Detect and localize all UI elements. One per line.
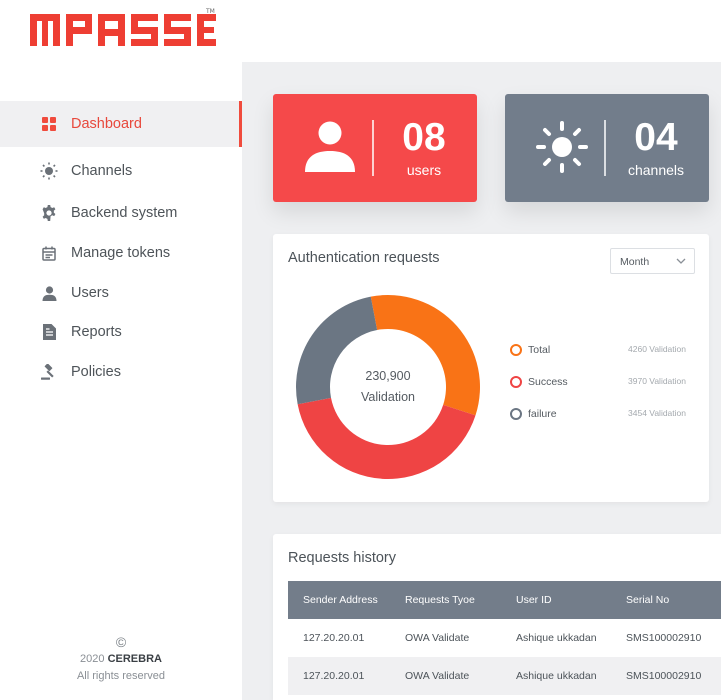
sidebar-item-label: Reports xyxy=(71,324,122,340)
requests-history-panel: Requests history Sender Address Requests… xyxy=(273,534,721,700)
legend-dot-icon xyxy=(510,344,522,356)
table-cell: Ashique ukkadan xyxy=(516,632,597,644)
donut-center-label: Validation xyxy=(361,390,415,404)
copyright-line: 2020 CEREBRA xyxy=(0,651,242,668)
column-header-user-id[interactable]: User ID xyxy=(516,581,552,619)
user-icon xyxy=(305,121,355,172)
copyright-year: 2020 xyxy=(80,653,105,665)
mpass-logo[interactable]: TM xyxy=(30,8,216,48)
legend-dot-icon xyxy=(510,376,522,388)
svg-text:TM: TM xyxy=(205,8,215,15)
rights-text: All rights reserved xyxy=(76,670,166,682)
sidebar-item-channels[interactable]: Channels xyxy=(0,151,242,191)
legend-value: 4260 Validation xyxy=(628,344,686,354)
sidebar-item-label: Backend system xyxy=(71,205,178,221)
user-icon xyxy=(40,284,58,302)
table-row[interactable]: 127.20.20.01 OWA Validate Ashique ukkada… xyxy=(288,657,721,695)
table-cell: 127.20.20.01 xyxy=(303,670,365,682)
stat-divider xyxy=(604,120,606,176)
period-select[interactable]: Month xyxy=(610,248,695,274)
legend-item-success: Success 3970 Validation xyxy=(510,374,686,390)
panel-title: Authentication requests xyxy=(288,250,440,266)
legend-label: Success xyxy=(528,376,568,388)
users-count: 08 xyxy=(402,116,446,159)
sidebar-item-label: Users xyxy=(71,285,109,301)
authentication-requests-panel: Authentication requests Month 230,900 Va… xyxy=(273,234,709,502)
dashboard-grid-icon xyxy=(40,115,58,133)
table-cell: SMS100002910 xyxy=(626,670,702,682)
table-cell: 127.20.20.01 xyxy=(303,632,365,644)
sidebar-item-backend-system[interactable]: Backend system xyxy=(0,193,242,233)
users-label: users xyxy=(406,162,442,178)
donut-center-value: 230,900 xyxy=(365,369,411,383)
legend-dot-icon xyxy=(510,408,522,420)
company-name: CEREBRA xyxy=(107,653,162,665)
top-bar: TM xyxy=(0,0,721,62)
channels-label: channels xyxy=(627,162,685,178)
sidebar-item-label: Manage tokens xyxy=(71,245,171,261)
column-header-serial-no[interactable]: Serial No xyxy=(626,581,669,619)
sidebar-item-dashboard[interactable]: Dashboard xyxy=(0,101,242,147)
table-cell: SMS100002910 xyxy=(626,632,702,644)
sidebar-item-label: Policies xyxy=(71,364,121,380)
users-stat-card[interactable]: 08 users xyxy=(273,94,477,202)
document-icon xyxy=(40,323,58,341)
sidebar-item-label: Dashboard xyxy=(71,116,142,132)
chevron-down-icon xyxy=(676,258,686,264)
sidebar-item-label: Channels xyxy=(71,163,133,179)
sun-icon xyxy=(40,162,58,180)
legend-item-failure: failure 3454 Validation xyxy=(510,406,686,422)
gavel-icon xyxy=(40,363,58,381)
legend-label: Total xyxy=(528,344,551,356)
legend-label: failure xyxy=(528,408,557,420)
gear-icon xyxy=(40,204,58,222)
sidebar: Dashboard Channels Backend system Manage… xyxy=(0,62,242,700)
stat-divider xyxy=(372,120,374,176)
table-cell: OWA Validate xyxy=(405,632,470,644)
calendar-icon xyxy=(40,244,58,262)
column-header-sender-address[interactable]: Sender Address xyxy=(303,581,378,619)
channels-stat-card[interactable]: 04 channels xyxy=(505,94,709,202)
panel-title: Requests history xyxy=(288,550,396,566)
sun-icon xyxy=(536,121,588,173)
table-header: Sender Address Requests Tyoe User ID Ser… xyxy=(288,581,721,619)
donut-center: 230,900 Validation xyxy=(295,294,481,480)
table-row[interactable]: 127.20.20.01 OWA Validate Ashique ukkada… xyxy=(288,619,721,657)
table-cell: OWA Validate xyxy=(405,670,470,682)
sidebar-footer: © 2020 CEREBRA All rights reserved xyxy=(0,634,242,685)
sidebar-item-users[interactable]: Users xyxy=(0,273,242,313)
sidebar-item-reports[interactable]: Reports xyxy=(0,312,242,352)
sidebar-item-manage-tokens[interactable]: Manage tokens xyxy=(0,233,242,273)
legend-item-total: Total 4260 Validation xyxy=(510,342,686,358)
period-select-value: Month xyxy=(620,256,650,268)
legend-value: 3970 Validation xyxy=(628,376,686,386)
channels-count: 04 xyxy=(634,116,678,159)
copyright-icon: © xyxy=(115,634,127,650)
table-cell: Ashique ukkadan xyxy=(516,670,597,682)
column-header-requests-type[interactable]: Requests Tyoe xyxy=(405,581,475,619)
sidebar-item-policies[interactable]: Policies xyxy=(0,352,242,392)
legend-value: 3454 Validation xyxy=(628,408,686,418)
